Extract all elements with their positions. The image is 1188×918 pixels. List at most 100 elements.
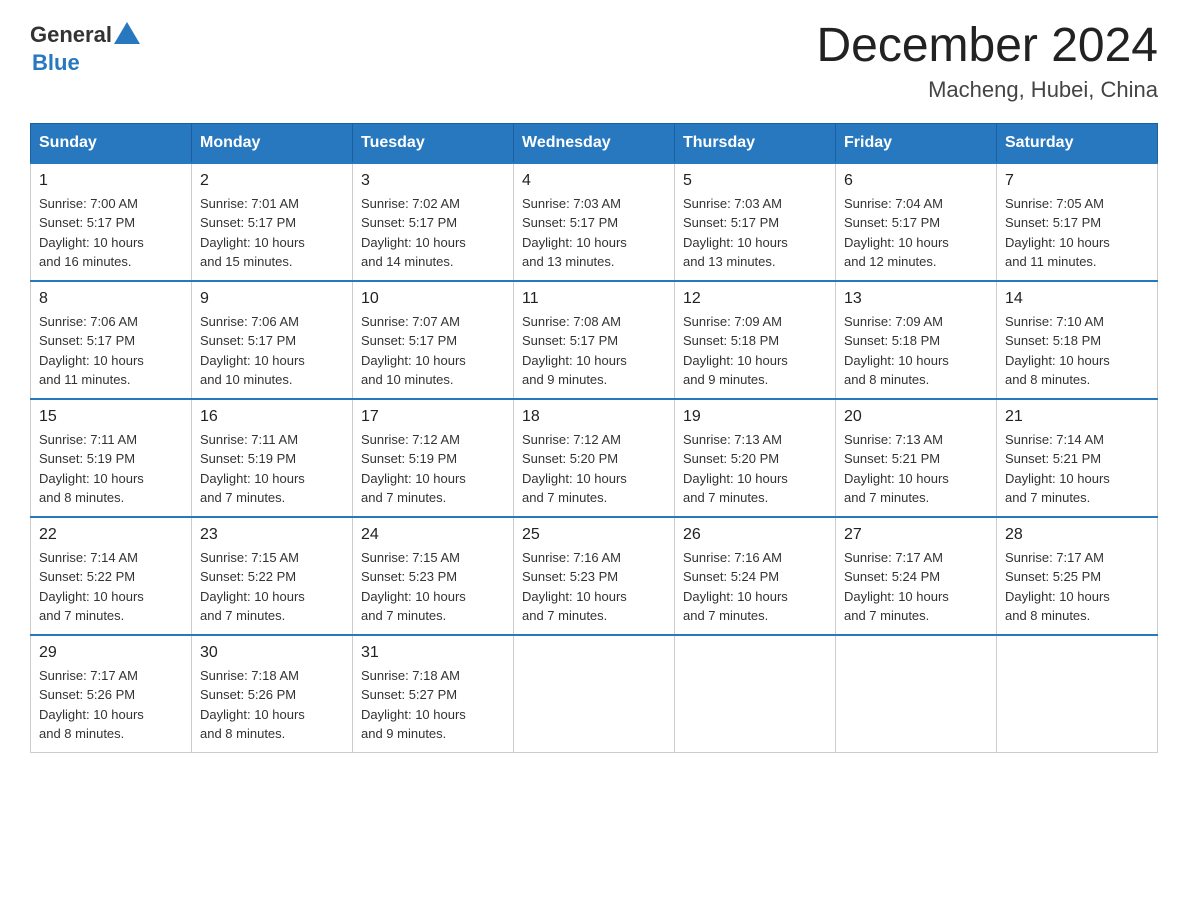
calendar-cell <box>514 635 675 753</box>
day-number: 5 <box>683 172 827 190</box>
calendar-cell: 13 Sunrise: 7:09 AM Sunset: 5:18 PM Dayl… <box>836 281 997 399</box>
calendar-cell: 8 Sunrise: 7:06 AM Sunset: 5:17 PM Dayli… <box>31 281 192 399</box>
logo-icon <box>112 20 142 50</box>
day-number: 23 <box>200 526 344 544</box>
calendar-cell: 18 Sunrise: 7:12 AM Sunset: 5:20 PM Dayl… <box>514 399 675 517</box>
day-info: Sunrise: 7:05 AM Sunset: 5:17 PM Dayligh… <box>1005 194 1149 272</box>
day-info: Sunrise: 7:15 AM Sunset: 5:22 PM Dayligh… <box>200 548 344 626</box>
day-number: 4 <box>522 172 666 190</box>
calendar-cell: 6 Sunrise: 7:04 AM Sunset: 5:17 PM Dayli… <box>836 163 997 281</box>
day-number: 11 <box>522 290 666 308</box>
day-info: Sunrise: 7:14 AM Sunset: 5:21 PM Dayligh… <box>1005 430 1149 508</box>
calendar-cell: 21 Sunrise: 7:14 AM Sunset: 5:21 PM Dayl… <box>997 399 1158 517</box>
calendar-cell: 17 Sunrise: 7:12 AM Sunset: 5:19 PM Dayl… <box>353 399 514 517</box>
day-info: Sunrise: 7:14 AM Sunset: 5:22 PM Dayligh… <box>39 548 183 626</box>
day-info: Sunrise: 7:09 AM Sunset: 5:18 PM Dayligh… <box>844 312 988 390</box>
day-info: Sunrise: 7:03 AM Sunset: 5:17 PM Dayligh… <box>522 194 666 272</box>
day-number: 10 <box>361 290 505 308</box>
day-info: Sunrise: 7:13 AM Sunset: 5:21 PM Dayligh… <box>844 430 988 508</box>
calendar-cell <box>997 635 1158 753</box>
calendar-cell: 1 Sunrise: 7:00 AM Sunset: 5:17 PM Dayli… <box>31 163 192 281</box>
day-info: Sunrise: 7:12 AM Sunset: 5:20 PM Dayligh… <box>522 430 666 508</box>
day-info: Sunrise: 7:03 AM Sunset: 5:17 PM Dayligh… <box>683 194 827 272</box>
header-thursday: Thursday <box>675 123 836 163</box>
calendar-cell: 28 Sunrise: 7:17 AM Sunset: 5:25 PM Dayl… <box>997 517 1158 635</box>
header-monday: Monday <box>192 123 353 163</box>
day-number: 13 <box>844 290 988 308</box>
day-info: Sunrise: 7:04 AM Sunset: 5:17 PM Dayligh… <box>844 194 988 272</box>
calendar-cell: 24 Sunrise: 7:15 AM Sunset: 5:23 PM Dayl… <box>353 517 514 635</box>
day-number: 12 <box>683 290 827 308</box>
logo-general: General <box>30 22 112 48</box>
calendar-cell: 15 Sunrise: 7:11 AM Sunset: 5:19 PM Dayl… <box>31 399 192 517</box>
day-info: Sunrise: 7:15 AM Sunset: 5:23 PM Dayligh… <box>361 548 505 626</box>
calendar-cell: 5 Sunrise: 7:03 AM Sunset: 5:17 PM Dayli… <box>675 163 836 281</box>
day-number: 25 <box>522 526 666 544</box>
day-info: Sunrise: 7:01 AM Sunset: 5:17 PM Dayligh… <box>200 194 344 272</box>
day-info: Sunrise: 7:00 AM Sunset: 5:17 PM Dayligh… <box>39 194 183 272</box>
day-number: 28 <box>1005 526 1149 544</box>
calendar-cell: 4 Sunrise: 7:03 AM Sunset: 5:17 PM Dayli… <box>514 163 675 281</box>
day-info: Sunrise: 7:10 AM Sunset: 5:18 PM Dayligh… <box>1005 312 1149 390</box>
calendar-cell: 27 Sunrise: 7:17 AM Sunset: 5:24 PM Dayl… <box>836 517 997 635</box>
day-number: 30 <box>200 644 344 662</box>
day-number: 31 <box>361 644 505 662</box>
calendar-cell: 10 Sunrise: 7:07 AM Sunset: 5:17 PM Dayl… <box>353 281 514 399</box>
day-number: 8 <box>39 290 183 308</box>
calendar-header-row: SundayMondayTuesdayWednesdayThursdayFrid… <box>31 123 1158 163</box>
day-info: Sunrise: 7:11 AM Sunset: 5:19 PM Dayligh… <box>200 430 344 508</box>
week-row-4: 22 Sunrise: 7:14 AM Sunset: 5:22 PM Dayl… <box>31 517 1158 635</box>
calendar-cell: 14 Sunrise: 7:10 AM Sunset: 5:18 PM Dayl… <box>997 281 1158 399</box>
day-number: 22 <box>39 526 183 544</box>
calendar-table: SundayMondayTuesdayWednesdayThursdayFrid… <box>30 123 1158 753</box>
day-number: 15 <box>39 408 183 426</box>
day-number: 7 <box>1005 172 1149 190</box>
calendar-title: December 2024 <box>816 20 1158 73</box>
logo-blue: Blue <box>32 50 80 76</box>
calendar-cell: 16 Sunrise: 7:11 AM Sunset: 5:19 PM Dayl… <box>192 399 353 517</box>
day-number: 3 <box>361 172 505 190</box>
day-number: 19 <box>683 408 827 426</box>
day-info: Sunrise: 7:17 AM Sunset: 5:26 PM Dayligh… <box>39 666 183 744</box>
day-info: Sunrise: 7:08 AM Sunset: 5:17 PM Dayligh… <box>522 312 666 390</box>
day-number: 24 <box>361 526 505 544</box>
day-number: 2 <box>200 172 344 190</box>
calendar-cell: 11 Sunrise: 7:08 AM Sunset: 5:17 PM Dayl… <box>514 281 675 399</box>
day-number: 21 <box>1005 408 1149 426</box>
calendar-cell: 2 Sunrise: 7:01 AM Sunset: 5:17 PM Dayli… <box>192 163 353 281</box>
day-info: Sunrise: 7:17 AM Sunset: 5:24 PM Dayligh… <box>844 548 988 626</box>
header-tuesday: Tuesday <box>353 123 514 163</box>
calendar-cell <box>675 635 836 753</box>
calendar-cell <box>836 635 997 753</box>
calendar-cell: 30 Sunrise: 7:18 AM Sunset: 5:26 PM Dayl… <box>192 635 353 753</box>
day-number: 1 <box>39 172 183 190</box>
week-row-2: 8 Sunrise: 7:06 AM Sunset: 5:17 PM Dayli… <box>31 281 1158 399</box>
header-saturday: Saturday <box>997 123 1158 163</box>
day-info: Sunrise: 7:16 AM Sunset: 5:24 PM Dayligh… <box>683 548 827 626</box>
header-friday: Friday <box>836 123 997 163</box>
calendar-cell: 9 Sunrise: 7:06 AM Sunset: 5:17 PM Dayli… <box>192 281 353 399</box>
week-row-3: 15 Sunrise: 7:11 AM Sunset: 5:19 PM Dayl… <box>31 399 1158 517</box>
calendar-header-right: December 2024 Macheng, Hubei, China <box>816 20 1158 103</box>
calendar-cell: 20 Sunrise: 7:13 AM Sunset: 5:21 PM Dayl… <box>836 399 997 517</box>
day-info: Sunrise: 7:12 AM Sunset: 5:19 PM Dayligh… <box>361 430 505 508</box>
calendar-subtitle: Macheng, Hubei, China <box>816 77 1158 103</box>
calendar-cell: 19 Sunrise: 7:13 AM Sunset: 5:20 PM Dayl… <box>675 399 836 517</box>
day-number: 20 <box>844 408 988 426</box>
day-info: Sunrise: 7:13 AM Sunset: 5:20 PM Dayligh… <box>683 430 827 508</box>
week-row-1: 1 Sunrise: 7:00 AM Sunset: 5:17 PM Dayli… <box>31 163 1158 281</box>
calendar-cell: 3 Sunrise: 7:02 AM Sunset: 5:17 PM Dayli… <box>353 163 514 281</box>
day-info: Sunrise: 7:16 AM Sunset: 5:23 PM Dayligh… <box>522 548 666 626</box>
day-info: Sunrise: 7:18 AM Sunset: 5:26 PM Dayligh… <box>200 666 344 744</box>
day-info: Sunrise: 7:17 AM Sunset: 5:25 PM Dayligh… <box>1005 548 1149 626</box>
day-number: 29 <box>39 644 183 662</box>
header-wednesday: Wednesday <box>514 123 675 163</box>
calendar-cell: 26 Sunrise: 7:16 AM Sunset: 5:24 PM Dayl… <box>675 517 836 635</box>
calendar-cell: 7 Sunrise: 7:05 AM Sunset: 5:17 PM Dayli… <box>997 163 1158 281</box>
week-row-5: 29 Sunrise: 7:17 AM Sunset: 5:26 PM Dayl… <box>31 635 1158 753</box>
day-info: Sunrise: 7:11 AM Sunset: 5:19 PM Dayligh… <box>39 430 183 508</box>
page-header: General Blue December 2024 Macheng, Hube… <box>30 20 1158 103</box>
calendar-cell: 23 Sunrise: 7:15 AM Sunset: 5:22 PM Dayl… <box>192 517 353 635</box>
day-number: 26 <box>683 526 827 544</box>
day-number: 18 <box>522 408 666 426</box>
